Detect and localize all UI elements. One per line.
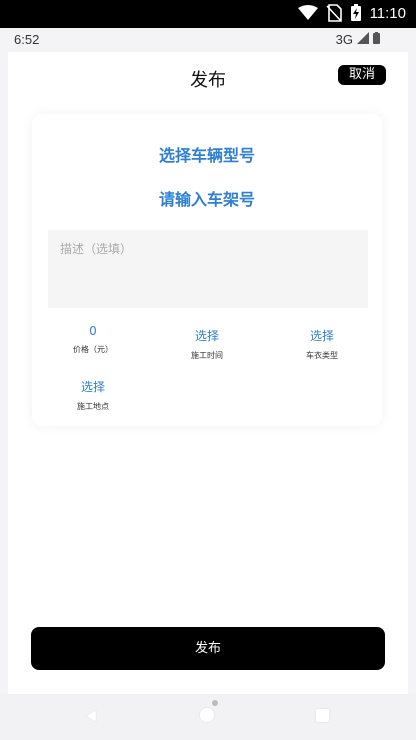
price-value: 0: [89, 324, 97, 338]
publish-form-card: 选择车辆型号 请输入车架号 描述（选填） 0 价格（元） 选择 施工时间 选择 …: [32, 114, 382, 426]
construction-time-value: 选择: [194, 329, 219, 343]
publish-button[interactable]: 发布: [31, 627, 385, 670]
left-edge: [0, 52, 8, 694]
price-field[interactable]: 0 价格（元）: [48, 324, 138, 355]
wrap-type-field[interactable]: 选择 车衣类型: [277, 327, 367, 361]
app-status-time: 6:52: [14, 32, 40, 47]
page-header: 发布 取消: [8, 52, 408, 102]
construction-time-label: 施工时间: [191, 351, 223, 360]
right-edge: [408, 52, 416, 694]
price-label: 价格（元）: [73, 345, 113, 354]
select-vehicle-model-button[interactable]: 选择车辆型号: [32, 142, 382, 166]
app-status-bar: 6:52 3G: [0, 28, 416, 52]
construction-location-value: 选择: [80, 380, 105, 394]
signal-icon: [357, 32, 369, 47]
description-placeholder: 描述（选填）: [60, 242, 133, 256]
system-time: 11:10: [369, 4, 406, 22]
wrap-type-value: 选择: [309, 329, 334, 343]
network-type: 3G: [335, 32, 353, 47]
home-icon[interactable]: [200, 708, 214, 722]
frame-number-input[interactable]: 请输入车架号: [32, 186, 382, 210]
construction-time-field[interactable]: 选择 施工时间: [162, 327, 252, 361]
cancel-button[interactable]: 取消: [338, 65, 386, 85]
description-input[interactable]: 描述（选填）: [48, 230, 368, 308]
back-icon[interactable]: [84, 708, 98, 727]
app-status-right: 3G: [336, 32, 380, 47]
status-icons: 11:10: [297, 4, 406, 22]
battery-charging-icon: [350, 4, 362, 22]
system-status-bar: 11:10: [0, 0, 416, 28]
construction-location-label: 施工地点: [77, 402, 109, 411]
indicator-dot: [212, 700, 218, 706]
construction-location-field[interactable]: 选择 施工地点: [48, 378, 138, 412]
wrap-type-label: 车衣类型: [306, 351, 338, 360]
no-sim-icon: [325, 4, 342, 22]
wifi-icon: [297, 5, 318, 21]
recent-apps-icon[interactable]: [316, 709, 329, 722]
battery-icon: [373, 32, 380, 47]
navigation-bar: [0, 694, 416, 740]
